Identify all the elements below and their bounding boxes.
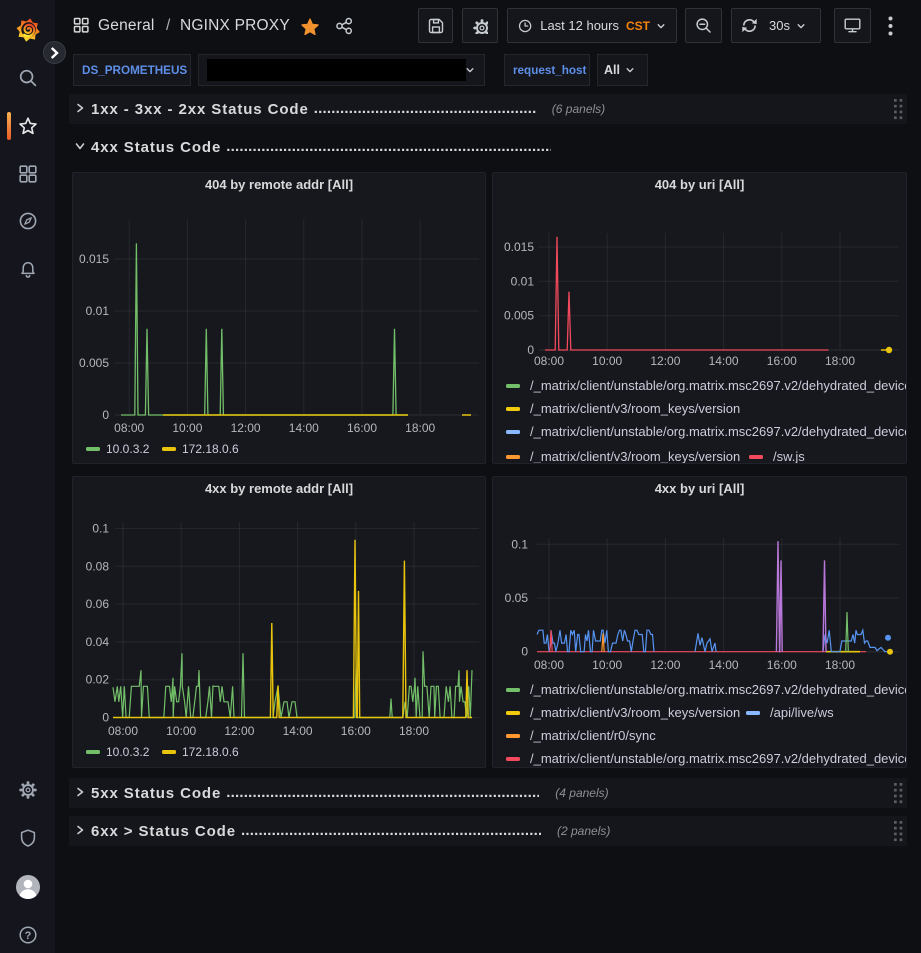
svg-text:08:00: 08:00: [108, 724, 138, 738]
svg-text:0: 0: [102, 711, 109, 725]
svg-text:12:00: 12:00: [231, 421, 261, 435]
svg-text:0.01: 0.01: [86, 304, 110, 318]
svg-text:0.005: 0.005: [79, 356, 109, 370]
svg-text:08:00: 08:00: [534, 658, 564, 672]
svg-text:10:00: 10:00: [166, 724, 196, 738]
svg-text:172.18.0.6: 172.18.0.6: [182, 745, 239, 759]
svg-text:/_matrix/client/unstable/org.m: /_matrix/client/unstable/org.matrix.msc2…: [530, 682, 907, 697]
svg-text:/_matrix/client/unstable/org.m: /_matrix/client/unstable/org.matrix.msc2…: [530, 751, 907, 766]
svg-text:18:00: 18:00: [825, 354, 855, 368]
svg-text:0.06: 0.06: [86, 597, 110, 611]
svg-text:/_matrix/client/v3/room_keys/v: /_matrix/client/v3/room_keys/version: [530, 401, 740, 416]
svg-text:0.05: 0.05: [505, 591, 529, 605]
svg-text:16:00: 16:00: [767, 354, 797, 368]
svg-text:10:00: 10:00: [592, 354, 622, 368]
svg-text:10.0.3.2: 10.0.3.2: [106, 442, 150, 456]
svg-text:0.005: 0.005: [504, 309, 534, 323]
svg-text:12:00: 12:00: [650, 658, 680, 672]
svg-text:16:00: 16:00: [341, 724, 371, 738]
svg-text:08:00: 08:00: [534, 354, 564, 368]
svg-text:0: 0: [102, 408, 109, 422]
svg-text:14:00: 14:00: [289, 421, 319, 435]
svg-text:/_matrix/client/v3/room_keys/v: /_matrix/client/v3/room_keys/version: [530, 705, 740, 720]
svg-text:14:00: 14:00: [709, 354, 739, 368]
svg-text:12:00: 12:00: [224, 724, 254, 738]
svg-text:10.0.3.2: 10.0.3.2: [106, 745, 150, 759]
svg-text:10:00: 10:00: [172, 421, 202, 435]
svg-text:0.015: 0.015: [79, 252, 109, 266]
svg-text:0.015: 0.015: [504, 240, 534, 254]
svg-text:16:00: 16:00: [347, 421, 377, 435]
svg-text:0.1: 0.1: [511, 537, 528, 551]
svg-text:0.02: 0.02: [86, 673, 110, 687]
svg-text:/_matrix/client/unstable/org.m: /_matrix/client/unstable/org.matrix.msc2…: [530, 424, 907, 439]
svg-text:18:00: 18:00: [825, 658, 855, 672]
svg-text:0.01: 0.01: [511, 274, 535, 288]
svg-text:10:00: 10:00: [592, 658, 622, 672]
svg-text:/_matrix/client/r0/sync: /_matrix/client/r0/sync: [530, 728, 656, 743]
svg-text:172.18.0.6: 172.18.0.6: [182, 442, 239, 456]
svg-text:0.04: 0.04: [86, 635, 110, 649]
svg-text:18:00: 18:00: [405, 421, 435, 435]
svg-text:08:00: 08:00: [114, 421, 144, 435]
svg-text:?: ?: [24, 930, 31, 942]
svg-text:/_matrix/client/v3/room_keys/v: /_matrix/client/v3/room_keys/version: [530, 449, 740, 464]
svg-text:/sw.js: /sw.js: [773, 449, 805, 464]
svg-text:18:00: 18:00: [399, 724, 429, 738]
svg-text:14:00: 14:00: [283, 724, 313, 738]
svg-text:0: 0: [521, 645, 528, 659]
svg-text:12:00: 12:00: [650, 354, 680, 368]
svg-text:/_matrix/client/unstable/org.m: /_matrix/client/unstable/org.matrix.msc2…: [530, 378, 907, 393]
svg-text:14:00: 14:00: [709, 658, 739, 672]
svg-text:/api/live/ws: /api/live/ws: [770, 705, 834, 720]
svg-text:0.1: 0.1: [92, 522, 109, 536]
svg-text:16:00: 16:00: [767, 658, 797, 672]
svg-text:0.08: 0.08: [86, 559, 110, 573]
